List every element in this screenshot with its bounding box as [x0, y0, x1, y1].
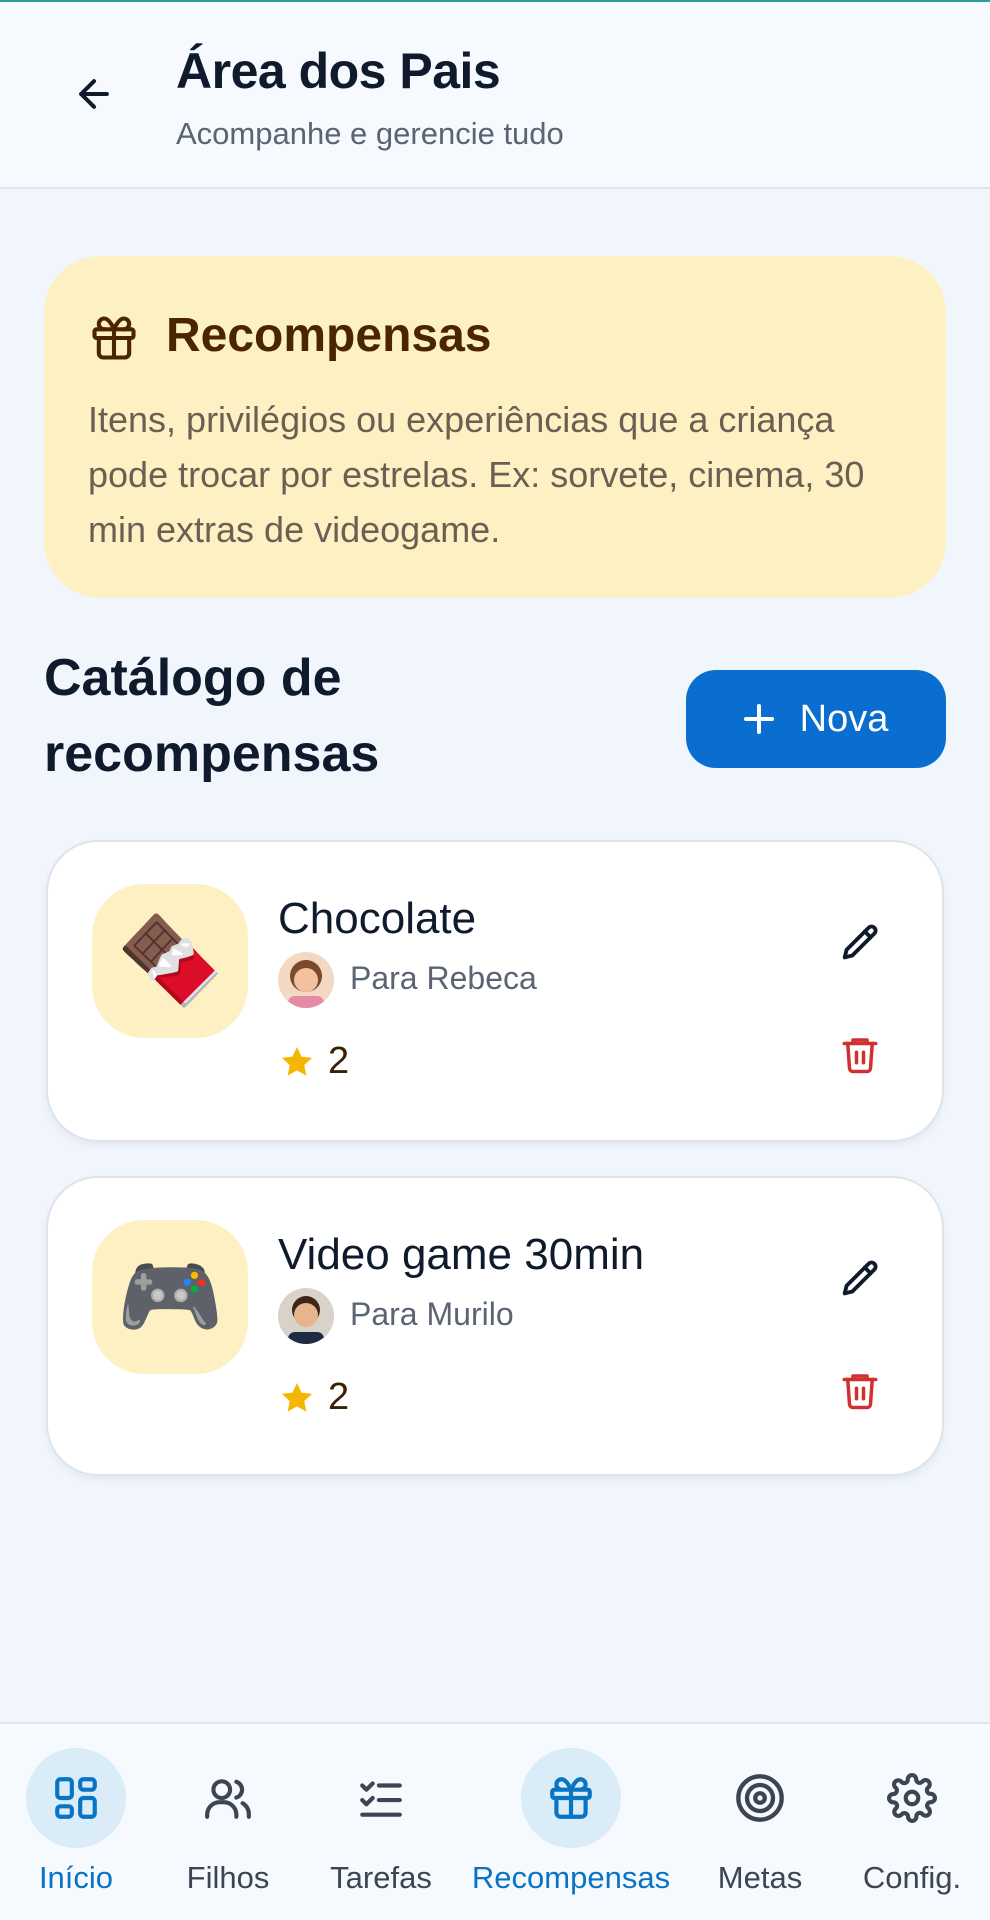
nav-label: Recompensas — [471, 1860, 671, 1895]
new-reward-button[interactable]: Nova — [686, 670, 946, 768]
nav-label: Tarefas — [330, 1860, 432, 1895]
edit-button[interactable] — [828, 912, 892, 976]
reward-cost: 2 — [278, 1376, 349, 1419]
gift-icon — [550, 1777, 592, 1819]
star-count: 2 — [328, 1376, 350, 1418]
nav-item-filhos[interactable]: Filhos — [178, 1748, 278, 1908]
gamepad-emoji-icon: 🎮 — [116, 1249, 224, 1345]
catalog-title: Catálogo de recompensas — [44, 649, 380, 783]
rewards-info-card: Recompensas Itens, privilégios ou experi… — [44, 256, 946, 598]
delete-button[interactable] — [828, 1358, 892, 1422]
nav-item-config[interactable]: Config. — [852, 1748, 972, 1908]
reward-cost: 2 — [278, 1040, 349, 1083]
star-icon — [281, 1382, 313, 1412]
nav-item-recompensas[interactable]: Recompensas — [458, 1748, 684, 1908]
checklist-icon — [360, 1781, 402, 1817]
reward-card[interactable]: 🎮 Video game 30min Para Murilo 2 — [46, 1176, 944, 1476]
arrow-left-icon — [79, 79, 109, 109]
reward-name: Video game 30min — [278, 1230, 645, 1279]
bottom-navigation: Início Filhos Tarefas Recompensas Metas … — [0, 1722, 990, 1920]
nav-label: Filhos — [186, 1860, 270, 1895]
page-subtitle: Acompanhe e gerencie tudo — [176, 116, 564, 151]
trash-icon — [842, 1374, 878, 1410]
app-header: Área dos Pais Acompanhe e gerencie tudo — [0, 2, 990, 189]
star-icon — [281, 1046, 313, 1076]
reward-thumbnail: 🎮 — [92, 1220, 248, 1374]
trash-icon — [842, 1038, 878, 1074]
child-avatar — [278, 1288, 334, 1344]
plus-icon — [743, 704, 774, 734]
child-avatar — [278, 952, 334, 1008]
chocolate-emoji-icon: 🍫 — [116, 913, 224, 1009]
dashboard-icon — [55, 1777, 97, 1819]
reward-child-label: Para Rebeca — [350, 960, 537, 996]
nav-item-inicio[interactable]: Início — [26, 1748, 126, 1908]
pencil-icon — [842, 1260, 878, 1296]
gift-icon — [92, 316, 136, 360]
info-card-title: Recompensas — [166, 309, 492, 362]
reward-card[interactable]: 🍫 Chocolate Para Rebeca 2 — [46, 840, 944, 1142]
target-icon — [736, 1774, 784, 1822]
nav-label: Início — [38, 1860, 114, 1895]
info-card-description: Itens, privilégios ou experiências que a… — [88, 399, 865, 550]
nav-label: Config. — [862, 1860, 962, 1895]
reward-child-label: Para Murilo — [350, 1296, 514, 1332]
star-count: 2 — [328, 1040, 350, 1082]
new-reward-button-label: Nova — [799, 697, 889, 740]
delete-button[interactable] — [828, 1022, 892, 1086]
gear-icon — [887, 1773, 937, 1823]
page-title: Área dos Pais — [176, 43, 501, 99]
users-icon — [205, 1779, 251, 1819]
edit-button[interactable] — [828, 1248, 892, 1312]
nav-item-tarefas[interactable]: Tarefas — [324, 1748, 438, 1908]
nav-item-metas[interactable]: Metas — [710, 1748, 810, 1908]
reward-thumbnail: 🍫 — [92, 884, 248, 1038]
nav-label: Metas — [717, 1860, 803, 1895]
pencil-icon — [842, 924, 878, 960]
back-button[interactable] — [62, 62, 126, 126]
reward-name: Chocolate — [278, 894, 477, 943]
